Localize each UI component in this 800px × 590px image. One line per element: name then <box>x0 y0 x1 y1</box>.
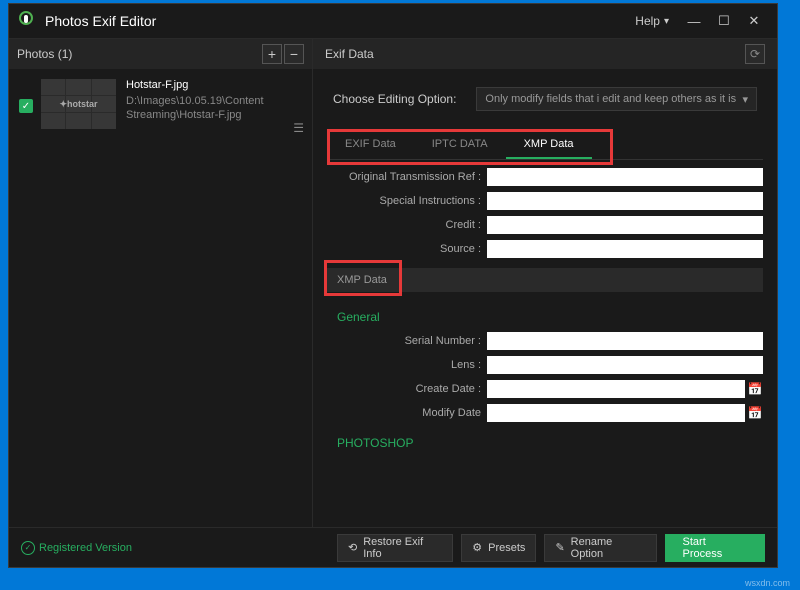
titlebar: Photos Exif Editor Help — ☐ ✕ <box>9 4 777 39</box>
refresh-button[interactable]: ⟳ <box>745 44 765 64</box>
chevron-down-icon: ▾ <box>742 93 748 106</box>
app-logo <box>17 11 37 31</box>
tabs: EXIF Data IPTC DATA XMP Data <box>327 129 763 160</box>
close-button[interactable]: ✕ <box>739 6 769 36</box>
rename-option-button[interactable]: ✎ Rename Option <box>544 534 656 562</box>
editing-option-dropdown[interactable]: Only modify fields that i edit and keep … <box>476 87 757 111</box>
pencil-icon: ✎ <box>555 541 564 554</box>
option-label: Choose Editing Option: <box>333 92 456 106</box>
start-process-button[interactable]: Start Process <box>665 534 765 562</box>
photo-thumbnail: ✦hotstar <box>41 79 116 129</box>
field-input-modify-date[interactable] <box>487 404 745 422</box>
sidebar: Photos (1) + − ✓ ✦hotstar Hotstar-F.jpg … <box>9 39 313 527</box>
scroll-area[interactable]: Original Transmission Ref : Special Inst… <box>313 168 777 527</box>
field-label: Credit : <box>327 219 487 231</box>
field-label: Modify Date <box>327 407 487 419</box>
table-row: Special Instructions : <box>327 192 763 210</box>
tabs-container: EXIF Data IPTC DATA XMP Data <box>313 129 777 160</box>
field-label: Special Instructions : <box>327 195 487 207</box>
content-header: Exif Data ⟳ <box>313 39 777 69</box>
photo-path: D:\Images\10.05.19\Content Streaming\Hot… <box>126 94 302 123</box>
add-photo-button[interactable]: + <box>262 44 282 64</box>
field-input-transmission[interactable] <box>487 168 763 186</box>
content: Exif Data ⟳ Choose Editing Option: Only … <box>313 39 777 527</box>
maximize-button[interactable]: ☐ <box>709 6 739 36</box>
sidebar-title: Photos (1) <box>17 47 260 61</box>
check-icon: ✓ <box>21 541 35 555</box>
registered-status: ✓ Registered Version <box>21 541 321 555</box>
table-row: Create Date : 📅 <box>327 380 763 398</box>
dropdown-value: Only modify fields that i edit and keep … <box>485 93 736 105</box>
photo-filename: Hotstar-F.jpg <box>126 79 302 91</box>
tab-exif[interactable]: EXIF Data <box>327 129 414 159</box>
table-row: Source : <box>327 240 763 258</box>
field-input-instructions[interactable] <box>487 192 763 210</box>
calendar-icon[interactable]: 📅 <box>747 406 763 420</box>
field-label: Lens : <box>327 359 487 371</box>
app-title: Photos Exif Editor <box>45 13 635 29</box>
table-row: Original Transmission Ref : <box>327 168 763 186</box>
restore-exif-button[interactable]: ⟲ Restore Exif Info <box>337 534 453 562</box>
help-menu[interactable]: Help <box>635 14 669 28</box>
presets-button[interactable]: ⚙ Presets <box>461 534 536 562</box>
field-input-serial[interactable] <box>487 332 763 350</box>
tab-iptc[interactable]: IPTC DATA <box>414 129 506 159</box>
field-label: Serial Number : <box>327 335 487 347</box>
watermark: wsxdn.com <box>745 578 790 588</box>
main: Photos (1) + − ✓ ✦hotstar Hotstar-F.jpg … <box>9 39 777 527</box>
restore-icon: ⟲ <box>348 541 357 554</box>
section-header-general: General <box>327 302 763 332</box>
section-header-photoshop: PHOTOSHOP <box>327 428 763 458</box>
content-title: Exif Data <box>325 47 745 61</box>
field-input-credit[interactable] <box>487 216 763 234</box>
presets-icon: ⚙ <box>472 541 482 554</box>
field-label: Source : <box>327 243 487 255</box>
table-row: Credit : <box>327 216 763 234</box>
sidebar-header: Photos (1) + − <box>9 39 312 69</box>
list-view-icon[interactable]: ☰ <box>293 121 304 135</box>
app-window: Photos Exif Editor Help — ☐ ✕ Photos (1)… <box>8 3 778 568</box>
photo-checkbox[interactable]: ✓ <box>19 99 33 113</box>
field-input-source[interactable] <box>487 240 763 258</box>
table-row: Lens : <box>327 356 763 374</box>
photo-info: Hotstar-F.jpg D:\Images\10.05.19\Content… <box>126 79 302 123</box>
table-row: Modify Date 📅 <box>327 404 763 422</box>
section-header-xmp: XMP Data <box>327 268 763 292</box>
option-bar: Choose Editing Option: Only modify field… <box>313 69 777 129</box>
field-input-create-date[interactable] <box>487 380 745 398</box>
footer: ✓ Registered Version ⟲ Restore Exif Info… <box>9 527 777 567</box>
table-row: Serial Number : <box>327 332 763 350</box>
minimize-button[interactable]: — <box>679 6 709 36</box>
field-label: Create Date : <box>327 383 487 395</box>
calendar-icon[interactable]: 📅 <box>747 382 763 396</box>
field-input-lens[interactable] <box>487 356 763 374</box>
field-label: Original Transmission Ref : <box>327 171 487 183</box>
tab-xmp[interactable]: XMP Data <box>506 129 592 159</box>
remove-photo-button[interactable]: − <box>284 44 304 64</box>
photo-list-item[interactable]: ✓ ✦hotstar Hotstar-F.jpg D:\Images\10.05… <box>9 69 312 139</box>
